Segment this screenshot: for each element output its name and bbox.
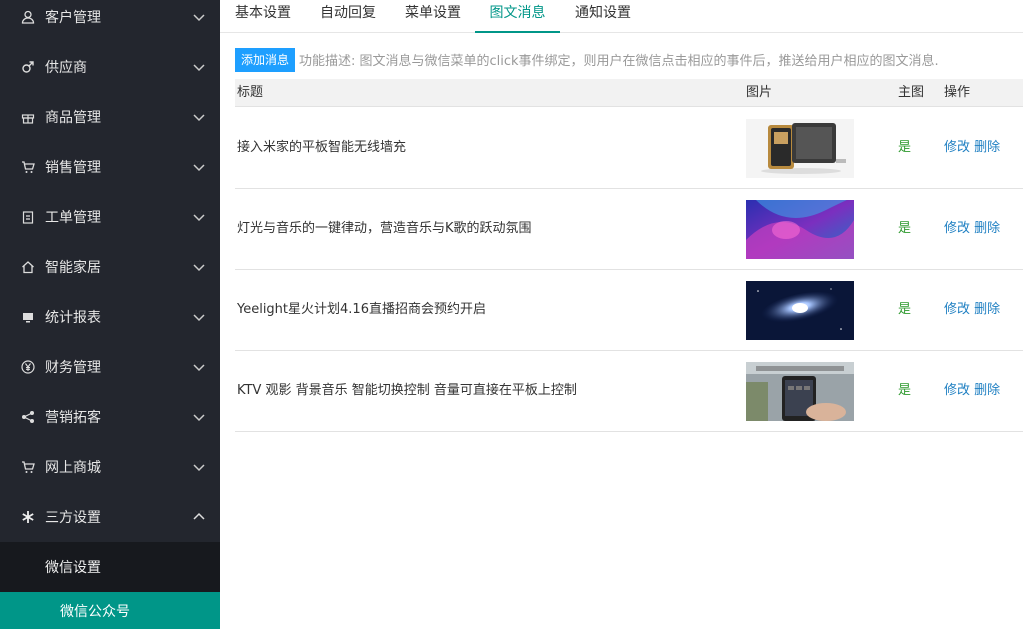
row-main-flag: 是 xyxy=(898,221,912,236)
edit-link[interactable]: 修改 xyxy=(944,140,970,155)
delete-link[interactable]: 删除 xyxy=(974,302,1000,317)
column-header-main: 主图 xyxy=(898,85,925,100)
delete-link[interactable]: 删除 xyxy=(974,383,1000,398)
sidebar-subitem-wechat-official[interactable]: 微信公众号 xyxy=(0,592,220,629)
sidebar-item-label: 营销拓客 xyxy=(45,410,101,426)
row-actions: 修改 删除 xyxy=(944,351,1000,431)
row-main-flag: 是 xyxy=(898,140,912,155)
yen-icon xyxy=(20,359,36,375)
clipboard-icon xyxy=(20,209,36,225)
column-header-actions: 操作 xyxy=(944,85,971,100)
sidebar-item-label: 商品管理 xyxy=(45,110,101,126)
sidebar-item-mall[interactable]: 网上商城 xyxy=(0,442,220,492)
sidebar-item-smarthome[interactable]: 智能家居 xyxy=(0,242,220,292)
column-header-title: 标题 xyxy=(237,85,264,100)
sidebar-item-label: 工单管理 xyxy=(45,210,101,226)
tab-auto-reply[interactable]: 自动回复 xyxy=(313,0,383,33)
row-thumbnail xyxy=(746,119,854,178)
table-row: Yeelight星火计划4.16直播招商会预约开启 是 修改 删除 xyxy=(235,270,1023,351)
snowflake-icon xyxy=(20,509,36,525)
feature-description: 功能描述: 图文消息与微信菜单的click事件绑定，则用户在微信点击相应的事件后… xyxy=(299,54,939,69)
sidebar-item-label: 财务管理 xyxy=(45,360,101,376)
row-actions: 修改 删除 xyxy=(944,108,1000,188)
sidebar-item-reports[interactable]: 统计报表 xyxy=(0,292,220,342)
main-content: 基本设置 自动回复 菜单设置 图文消息 通知设置 添加消息 功能描述: 图文消息… xyxy=(220,0,1023,629)
home-icon xyxy=(20,259,36,275)
column-header-image: 图片 xyxy=(746,85,773,100)
delete-link[interactable]: 删除 xyxy=(974,140,1000,155)
chevron-down-icon xyxy=(193,414,205,422)
sidebar-item-products[interactable]: 商品管理 xyxy=(0,92,220,142)
table-row: KTV 观影 背景音乐 智能切换控制 音量可直接在平板上控制 是 修改 删除 xyxy=(235,351,1023,432)
tab-news-messages[interactable]: 图文消息 xyxy=(475,0,560,33)
table-header: 标题 图片 主图 操作 xyxy=(235,79,1023,107)
sidebar-item-label: 销售管理 xyxy=(45,160,101,176)
monitor-icon xyxy=(20,309,36,325)
sidebar-subitem-wechat-settings[interactable]: 微信设置 xyxy=(0,542,220,592)
sidebar-item-marketing[interactable]: 营销拓客 xyxy=(0,392,220,442)
tab-bar: 基本设置 自动回复 菜单设置 图文消息 通知设置 xyxy=(220,0,1023,33)
delete-link[interactable]: 删除 xyxy=(974,221,1000,236)
sidebar-item-suppliers[interactable]: 供应商 xyxy=(0,42,220,92)
row-thumbnail xyxy=(746,200,854,259)
add-message-button[interactable]: 添加消息 xyxy=(235,48,295,72)
cart-icon xyxy=(20,159,36,175)
row-thumbnail xyxy=(746,362,854,421)
chevron-down-icon xyxy=(193,64,205,72)
sidebar-item-label: 网上商城 xyxy=(45,460,101,476)
sidebar-item-thirdparty[interactable]: 三方设置 xyxy=(0,492,220,542)
row-title: Yeelight星火计划4.16直播招商会预约开启 xyxy=(237,302,486,317)
tab-notification-settings[interactable]: 通知设置 xyxy=(568,0,638,33)
row-title: 接入米家的平板智能无线墙充 xyxy=(237,140,407,155)
row-thumbnail xyxy=(746,281,854,340)
share-icon xyxy=(20,409,36,425)
sidebar-item-label: 统计报表 xyxy=(45,310,101,326)
chevron-down-icon xyxy=(193,264,205,272)
edit-link[interactable]: 修改 xyxy=(944,383,970,398)
male-icon xyxy=(20,59,36,75)
row-title: KTV 观影 背景音乐 智能切换控制 音量可直接在平板上控制 xyxy=(237,383,577,398)
row-actions: 修改 删除 xyxy=(944,270,1000,350)
chevron-down-icon xyxy=(193,214,205,222)
sidebar-submenu: 微信设置 微信公众号 xyxy=(0,542,220,629)
sidebar-item-finance[interactable]: 财务管理 xyxy=(0,342,220,392)
table-row: 灯光与音乐的一键律动，营造音乐与K歌的跃动氛围 是 修改 删除 xyxy=(235,189,1023,270)
sidebar-item-workorders[interactable]: 工单管理 xyxy=(0,192,220,242)
cart-icon xyxy=(20,459,36,475)
sidebar: 客户管理 供应商 商品管理 销售管理 工单管理 智能家居 统计报表 财务管理 营 xyxy=(0,0,220,629)
chevron-down-icon xyxy=(193,314,205,322)
sidebar-item-label: 三方设置 xyxy=(45,510,101,526)
chevron-down-icon xyxy=(193,464,205,472)
sidebar-item-customers[interactable]: 客户管理 xyxy=(0,0,220,42)
sidebar-item-label: 供应商 xyxy=(45,60,87,76)
sidebar-item-sales[interactable]: 销售管理 xyxy=(0,142,220,192)
row-title: 灯光与音乐的一键律动，营造音乐与K歌的跃动氛围 xyxy=(237,221,532,236)
chevron-down-icon xyxy=(193,14,205,22)
chevron-up-icon xyxy=(193,512,205,520)
row-main-flag: 是 xyxy=(898,383,912,398)
tab-menu-settings[interactable]: 菜单设置 xyxy=(398,0,468,33)
edit-link[interactable]: 修改 xyxy=(944,302,970,317)
sidebar-subitem-label: 微信公众号 xyxy=(60,603,130,620)
row-actions: 修改 删除 xyxy=(944,189,1000,269)
sidebar-item-label: 智能家居 xyxy=(45,260,101,276)
sidebar-subitem-label: 微信设置 xyxy=(45,560,101,576)
gift-icon xyxy=(20,109,36,125)
tab-basic-settings[interactable]: 基本设置 xyxy=(228,0,298,33)
row-main-flag: 是 xyxy=(898,302,912,317)
chevron-down-icon xyxy=(193,164,205,172)
user-icon xyxy=(20,9,36,25)
chevron-down-icon xyxy=(193,114,205,122)
table-row: 接入米家的平板智能无线墙充 是 修改 删除 xyxy=(235,108,1023,189)
sidebar-item-label: 客户管理 xyxy=(45,10,101,26)
edit-link[interactable]: 修改 xyxy=(944,221,970,236)
chevron-down-icon xyxy=(193,364,205,372)
